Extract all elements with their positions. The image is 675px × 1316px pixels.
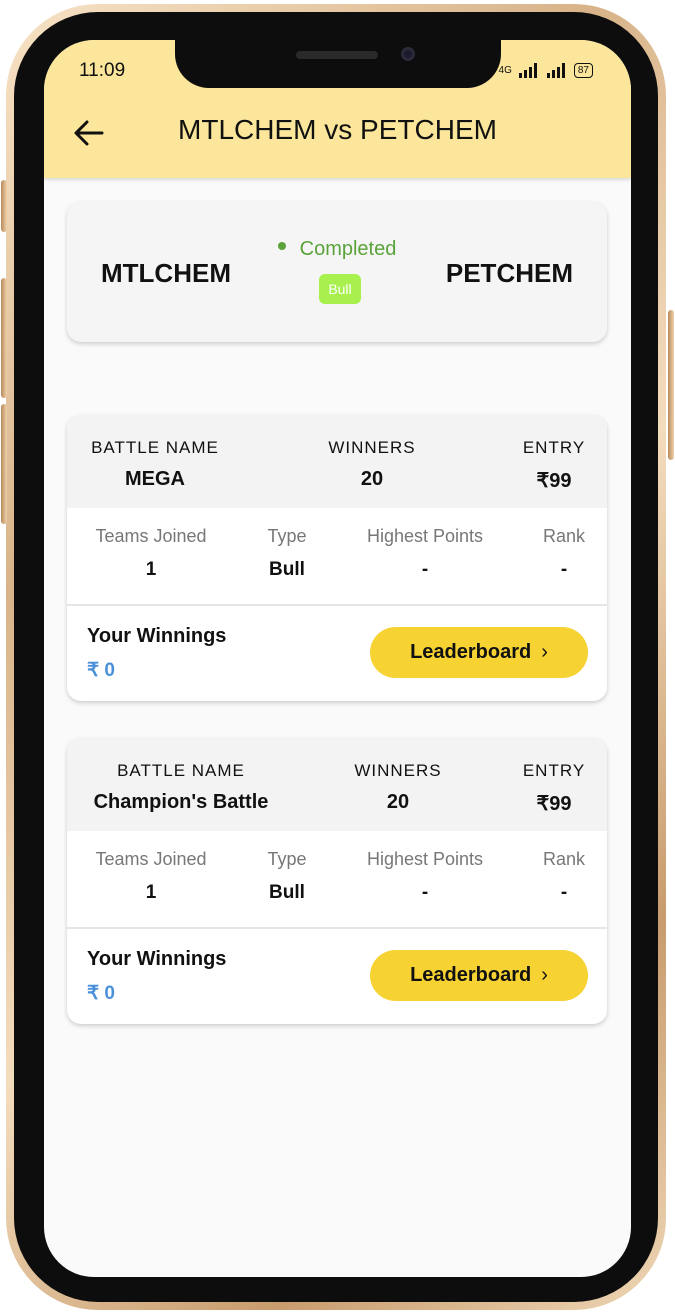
entry-cell: ENTRY ₹99 bbox=[511, 761, 597, 816]
battle-name-value: MEGA bbox=[125, 468, 185, 490]
type-label: Type bbox=[267, 849, 307, 869]
front-camera bbox=[401, 47, 415, 61]
winners-label: WINNERS bbox=[328, 438, 416, 457]
winnings-label: Your Winnings bbox=[87, 625, 227, 647]
rank-cell: Rank - bbox=[533, 526, 595, 581]
teams-joined-value: 1 bbox=[145, 559, 157, 580]
battle-name-value: Champion's Battle bbox=[93, 791, 269, 813]
battle-header: BATTLE NAME Champion's Battle WINNERS 20… bbox=[67, 738, 607, 831]
status-dot-icon bbox=[277, 241, 286, 250]
winners-cell: WINNERS 20 bbox=[317, 438, 427, 491]
page-title: MTLCHEM vs PETCHEM bbox=[178, 114, 497, 145]
battle-card: BATTLE NAME MEGA WINNERS 20 ENTRY ₹99 Te… bbox=[67, 415, 607, 701]
battle-name-label: BATTLE NAME bbox=[91, 438, 219, 457]
phone-notch bbox=[175, 30, 501, 88]
type-value: Bull bbox=[269, 882, 305, 903]
entry-value: ₹99 bbox=[536, 470, 572, 492]
rank-label: Rank bbox=[542, 849, 586, 869]
entry-value: ₹99 bbox=[536, 793, 572, 815]
side-button bbox=[1, 180, 7, 232]
entry-label: ENTRY bbox=[522, 761, 586, 780]
teams-joined-label: Teams Joined bbox=[95, 526, 207, 546]
chevron-right-icon: › bbox=[541, 964, 548, 986]
status-time: 11:09 bbox=[79, 60, 126, 81]
leaderboard-label: Leaderboard bbox=[410, 964, 532, 986]
winnings-value: ₹ 0 bbox=[87, 983, 115, 1004]
teams-joined-value: 1 bbox=[145, 882, 157, 903]
rank-value: - bbox=[560, 559, 568, 580]
winnings-value: ₹ 0 bbox=[87, 660, 115, 681]
winnings-label: Your Winnings bbox=[87, 948, 227, 970]
battle-stats: Teams Joined 1 Type Bull Highest Points … bbox=[67, 831, 607, 929]
leaderboard-button[interactable]: Leaderboard › bbox=[370, 627, 588, 678]
power-button bbox=[668, 310, 674, 460]
volume-button bbox=[1, 278, 7, 398]
type-badge: Bull bbox=[319, 274, 361, 304]
type-label: Type bbox=[267, 526, 307, 546]
leaderboard-button[interactable]: Leaderboard › bbox=[370, 950, 588, 1001]
status-icons: 4G 87 bbox=[499, 62, 593, 78]
highest-points-label: Highest Points bbox=[366, 849, 484, 869]
battery-icon: 87 bbox=[573, 62, 593, 78]
rank-cell: Rank - bbox=[533, 849, 595, 904]
match-card: MTLCHEM Completed Bull PETCHEM bbox=[67, 202, 607, 342]
winners-label: WINNERS bbox=[354, 761, 442, 780]
volume-button bbox=[1, 404, 7, 524]
teams-joined-label: Teams Joined bbox=[95, 849, 207, 869]
winners-cell: WINNERS 20 bbox=[343, 761, 453, 814]
network-label: 4G bbox=[498, 64, 512, 76]
entry-cell: ENTRY ₹99 bbox=[511, 438, 597, 493]
highest-points-cell: Highest Points - bbox=[353, 849, 497, 904]
winners-value: 20 bbox=[360, 468, 384, 490]
type-value: Bull bbox=[269, 559, 305, 580]
team-left-name: MTLCHEM bbox=[101, 258, 231, 288]
battle-header: BATTLE NAME MEGA WINNERS 20 ENTRY ₹99 bbox=[67, 415, 607, 508]
battle-name-label: BATTLE NAME bbox=[117, 761, 245, 780]
entry-label: ENTRY bbox=[522, 438, 586, 457]
battle-name-cell: BATTLE NAME MEGA bbox=[87, 438, 223, 491]
teams-joined-cell: Teams Joined 1 bbox=[85, 849, 217, 904]
battle-card: BATTLE NAME Champion's Battle WINNERS 20… bbox=[67, 738, 607, 1024]
type-cell: Type Bull bbox=[253, 526, 321, 581]
battle-name-cell: BATTLE NAME Champion's Battle bbox=[87, 761, 275, 814]
winners-value: 20 bbox=[386, 791, 410, 813]
chevron-right-icon: › bbox=[541, 641, 548, 663]
rank-value: - bbox=[560, 882, 568, 903]
rank-label: Rank bbox=[542, 526, 586, 546]
highest-points-value: - bbox=[421, 559, 429, 580]
signal-icon bbox=[518, 63, 537, 78]
highest-points-cell: Highest Points - bbox=[353, 526, 497, 581]
teams-joined-cell: Teams Joined 1 bbox=[85, 526, 217, 581]
highest-points-label: Highest Points bbox=[366, 526, 484, 546]
leaderboard-label: Leaderboard bbox=[410, 641, 532, 663]
highest-points-value: - bbox=[421, 882, 429, 903]
team-right-name: PETCHEM bbox=[445, 258, 573, 288]
type-cell: Type Bull bbox=[253, 849, 321, 904]
speaker-grille bbox=[296, 51, 378, 59]
match-status-text: Completed bbox=[299, 238, 397, 260]
app-screen: 11:09 4G 87 MTLCHEM vs PETCHEM MTLCHEM C… bbox=[44, 40, 631, 1277]
battle-stats: Teams Joined 1 Type Bull Highest Points … bbox=[67, 508, 607, 606]
signal-icon bbox=[546, 63, 565, 78]
